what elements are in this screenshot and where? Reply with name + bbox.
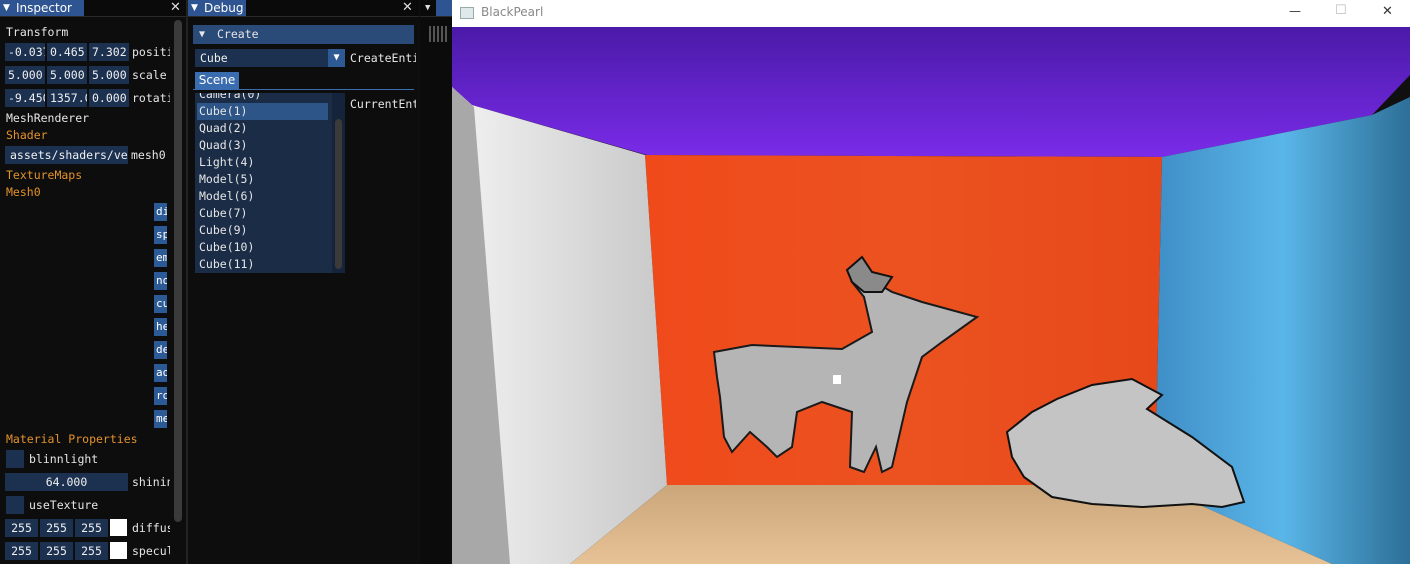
transform-label: Transform (6, 25, 69, 39)
diffuse-label: diffuse (132, 521, 170, 535)
texture-button-emission[interactable]: emission (154, 249, 167, 267)
diffuse-g-field[interactable]: 255 (40, 519, 73, 537)
create-header[interactable]: ▼ Create (193, 25, 414, 44)
shininess-field[interactable]: 64.000 (5, 473, 128, 491)
minimize-icon[interactable]: — (1289, 4, 1301, 18)
texture-button-cube[interactable]: cube (154, 295, 167, 313)
list-item[interactable]: Cube(10) (197, 239, 328, 256)
rotation-y-field[interactable]: 1357.0 (47, 89, 87, 107)
inspector-panel: ▼ Inspector ✕ Transform -0.037 0.465 7.3… (0, 0, 186, 564)
shader-header[interactable]: Shader (6, 128, 48, 142)
scene-render[interactable] (452, 27, 1410, 564)
close-icon[interactable]: ✕ (402, 0, 413, 15)
list-item[interactable]: Cube(9) (197, 222, 328, 239)
list-item-selected[interactable]: Cube(1) (197, 103, 328, 120)
list-item[interactable]: Model(6) (197, 188, 328, 205)
scene-list-scrollbar[interactable] (335, 119, 342, 269)
list-item[interactable]: Camera(0) (197, 93, 328, 103)
usetexture-label: useTexture (29, 498, 99, 512)
viewport-window: BlackPearl — ☐ ✕ (452, 0, 1410, 564)
scale-z-field[interactable]: 5.000 (89, 66, 129, 84)
expand-icon: ▼ (199, 29, 206, 40)
texture-button-normal[interactable]: normal (154, 272, 167, 290)
window-title: BlackPearl (481, 5, 544, 19)
tab-underline (193, 89, 414, 90)
diffuse-color-swatch[interactable] (110, 519, 127, 536)
entity-type-value: Cube (200, 51, 228, 65)
rotation-label: rotation (132, 91, 170, 105)
diffuse-r-field[interactable]: 255 (5, 519, 38, 537)
texture-button-ao[interactable]: ao (154, 364, 167, 382)
material-properties-header[interactable]: Material Properties (6, 432, 138, 446)
shader-mesh-label: mesh0 (131, 148, 166, 162)
specular-label: specular (132, 544, 170, 558)
collapse-icon[interactable]: ▼ (3, 0, 10, 16)
inspector-title: Inspector (16, 1, 72, 15)
list-item[interactable]: Quad(2) (197, 120, 328, 137)
collapsed-panel: ▼ (420, 0, 452, 564)
debug-title: Debug (204, 1, 244, 15)
mesh0-header[interactable]: Mesh0 (6, 185, 41, 199)
collapse-icon[interactable]: ▼ (425, 0, 430, 16)
specular-r-field[interactable]: 255 (5, 542, 38, 560)
specular-b-field[interactable]: 255 (75, 542, 108, 560)
inspector-scrollbar[interactable] (174, 20, 182, 522)
shader-path-field[interactable]: assets/shaders/vertex (5, 146, 128, 164)
diffuse-b-field[interactable]: 255 (75, 519, 108, 537)
debug-tab[interactable]: ▼ Debug (188, 0, 246, 16)
maximize-icon[interactable]: ☐ (1335, 3, 1347, 18)
list-item[interactable]: Model(5) (197, 171, 328, 188)
collapsed-tab[interactable] (436, 0, 452, 16)
rotation-z-field[interactable]: 0.000 (89, 89, 129, 107)
collapse-icon[interactable]: ▼ (191, 0, 198, 16)
position-x-field[interactable]: -0.037 (5, 43, 45, 61)
position-y-field[interactable]: 0.465 (47, 43, 87, 61)
debug-panel: ▼ Debug ✕ ▼ Create Cube ▼ CreateEntity S… (188, 0, 419, 564)
specular-g-field[interactable]: 255 (40, 542, 73, 560)
scale-x-field[interactable]: 5.000 (5, 66, 45, 84)
list-item[interactable]: Cube(11) (197, 256, 328, 273)
chevron-down-icon[interactable]: ▼ (328, 49, 345, 67)
texture-button-metallic[interactable]: metallic (154, 410, 167, 428)
texture-button-depth[interactable]: depth (154, 341, 167, 359)
position-label: position (132, 45, 170, 59)
scene-tab-label: Scene (198, 73, 236, 87)
rotation-x-field[interactable]: -9.450 (5, 89, 45, 107)
specular-color-swatch[interactable] (110, 542, 127, 559)
scale-label: scale (132, 68, 167, 82)
close-icon[interactable]: ✕ (1382, 4, 1393, 19)
blinnlight-checkbox[interactable] (6, 450, 24, 468)
scene-tab[interactable]: Scene (195, 72, 239, 89)
scale-y-field[interactable]: 5.000 (47, 66, 87, 84)
close-icon[interactable]: ✕ (170, 0, 181, 15)
toolbar-grip[interactable] (429, 26, 449, 42)
position-z-field[interactable]: 7.302 (89, 43, 129, 61)
window-titlebar[interactable]: BlackPearl — ☐ ✕ (452, 0, 1410, 27)
create-entity-label[interactable]: CreateEntity (350, 51, 416, 65)
list-item[interactable]: Light(4) (197, 154, 328, 171)
texture-button-roughness[interactable]: roughness (154, 387, 167, 405)
app-icon (460, 7, 474, 19)
list-item[interactable]: Quad(3) (197, 137, 328, 154)
usetexture-checkbox[interactable] (6, 496, 24, 514)
texturemaps-header[interactable]: TextureMaps (6, 168, 82, 182)
create-header-label: Create (217, 27, 259, 41)
light-marker (833, 375, 841, 384)
shininess-label: shininess (132, 475, 170, 489)
list-item[interactable]: Cube(7) (197, 205, 328, 222)
meshrenderer-label: MeshRenderer (6, 111, 90, 125)
scene-list[interactable]: Camera(0) Cube(1) Quad(2) Quad(3) Light(… (195, 93, 345, 273)
entity-type-select[interactable]: Cube (195, 49, 345, 67)
texture-button-specular[interactable]: specular (154, 226, 167, 244)
current-entity-label: CurrentEntity (350, 97, 416, 111)
texture-button-diffuse[interactable]: diffuse (154, 203, 167, 221)
texture-button-height[interactable]: height (154, 318, 167, 336)
blinnlight-label: blinnlight (29, 452, 99, 466)
inspector-tab[interactable]: ▼ Inspector (0, 0, 84, 16)
